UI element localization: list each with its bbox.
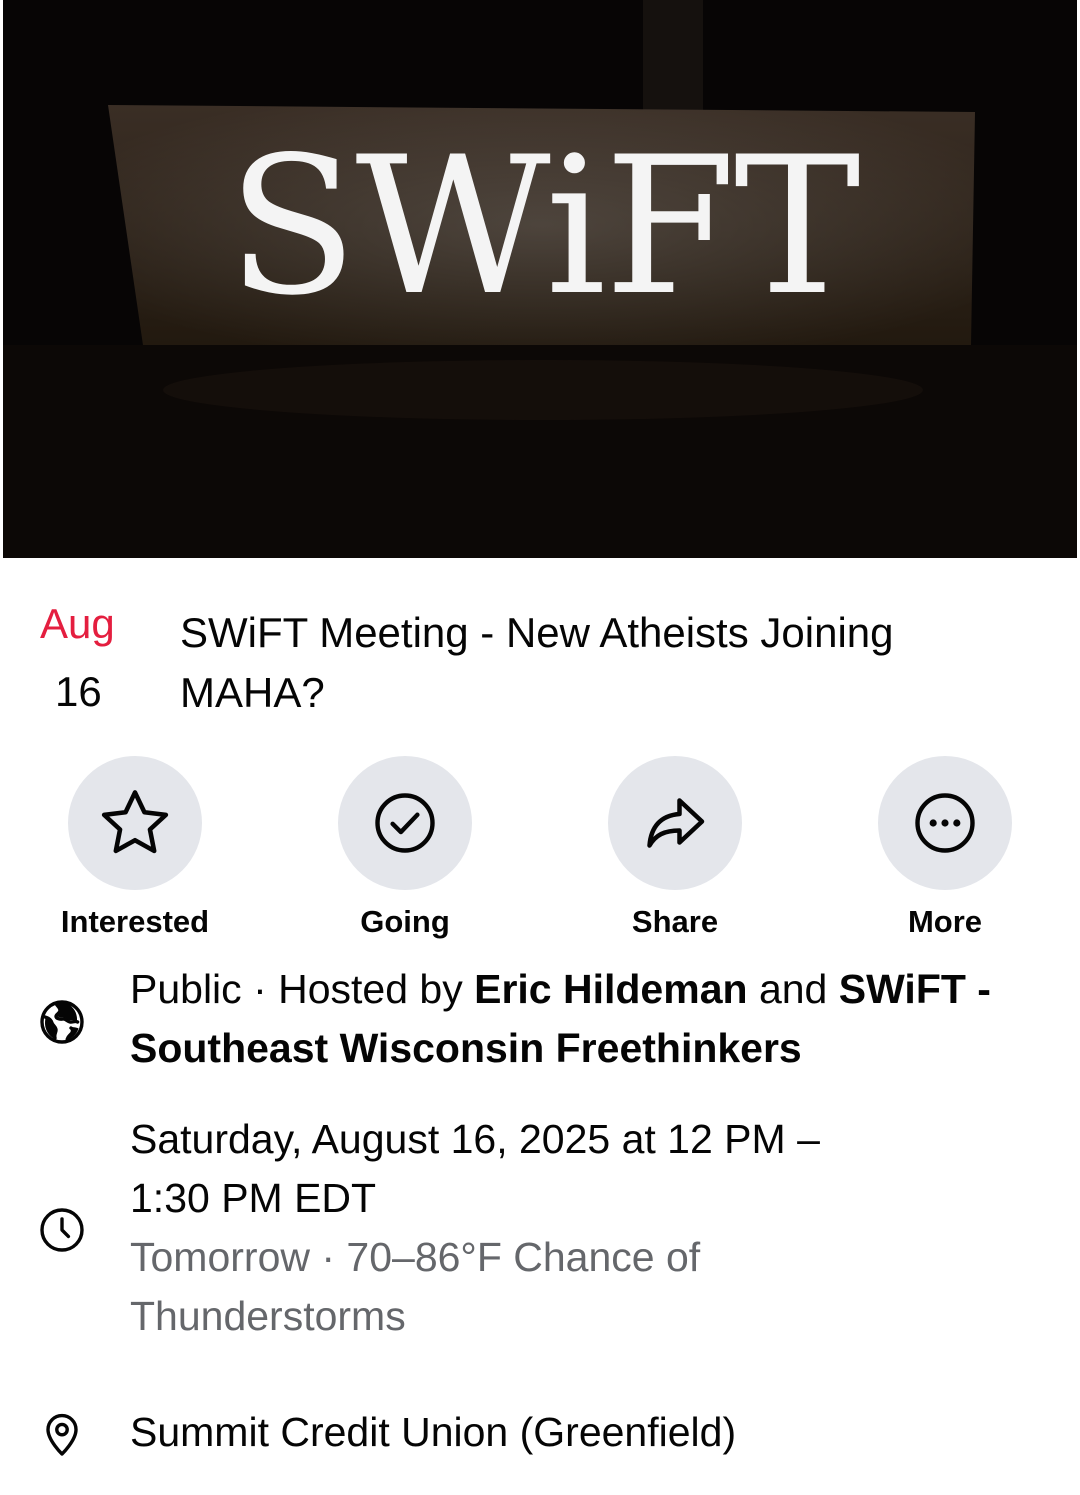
- interested-label: Interested: [60, 904, 210, 939]
- event-day: 16: [55, 668, 102, 715]
- hosted-by-text: Hosted by: [278, 966, 475, 1012]
- interested-button-circle[interactable]: [68, 756, 202, 890]
- more-label: More: [907, 904, 983, 939]
- more-dots-icon: [915, 793, 975, 853]
- clock-icon: [40, 1208, 84, 1252]
- privacy-text: Public: [130, 966, 242, 1012]
- event-actions: Interested Going Share More: [0, 756, 1080, 946]
- event-cover-photo[interactable]: SWiFT: [3, 0, 1077, 558]
- share-button[interactable]: Share: [565, 756, 785, 946]
- host-text: Public · Hosted by Eric Hildeman and SWi…: [130, 960, 1030, 1078]
- location-row[interactable]: Summit Credit Union (Greenfield): [0, 1400, 1080, 1470]
- location-name[interactable]: Summit Credit Union (Greenfield): [130, 1403, 1030, 1462]
- cover-image: SWiFT: [3, 0, 1077, 558]
- separator-dot: ·: [241, 966, 279, 1012]
- going-label: Going: [360, 904, 450, 939]
- more-button[interactable]: More: [835, 756, 1055, 946]
- more-button-circle[interactable]: [878, 756, 1012, 890]
- location-pin-icon: [46, 1413, 78, 1456]
- and-text: and: [747, 966, 839, 1012]
- going-button[interactable]: Going: [295, 756, 515, 946]
- going-button-circle[interactable]: [338, 756, 472, 890]
- event-month: Aug: [40, 600, 115, 647]
- share-arrow-icon: [647, 798, 705, 848]
- host-link-eric-hildeman[interactable]: Eric Hildeman: [474, 966, 747, 1012]
- share-button-circle[interactable]: [608, 756, 742, 890]
- sign-text: SWiFT: [227, 116, 859, 337]
- event-datetime: Saturday, August 16, 2025 at 12 PM – 1:3…: [130, 1116, 820, 1221]
- host-row: Public · Hosted by Eric Hildeman and SWi…: [0, 960, 1080, 1080]
- star-icon: [101, 790, 169, 854]
- share-label: Share: [631, 904, 719, 939]
- check-circle-icon: [375, 793, 435, 853]
- globe-icon: [40, 1000, 84, 1044]
- time-row: Saturday, August 16, 2025 at 12 PM – 1:3…: [0, 1110, 1080, 1350]
- interested-button[interactable]: Interested: [25, 756, 245, 946]
- weather-forecast: Tomorrow · 70–86°F Chance of Thunderstor…: [130, 1234, 701, 1339]
- event-title: SWiFT Meeting - New Atheists Joining MAH…: [180, 609, 894, 716]
